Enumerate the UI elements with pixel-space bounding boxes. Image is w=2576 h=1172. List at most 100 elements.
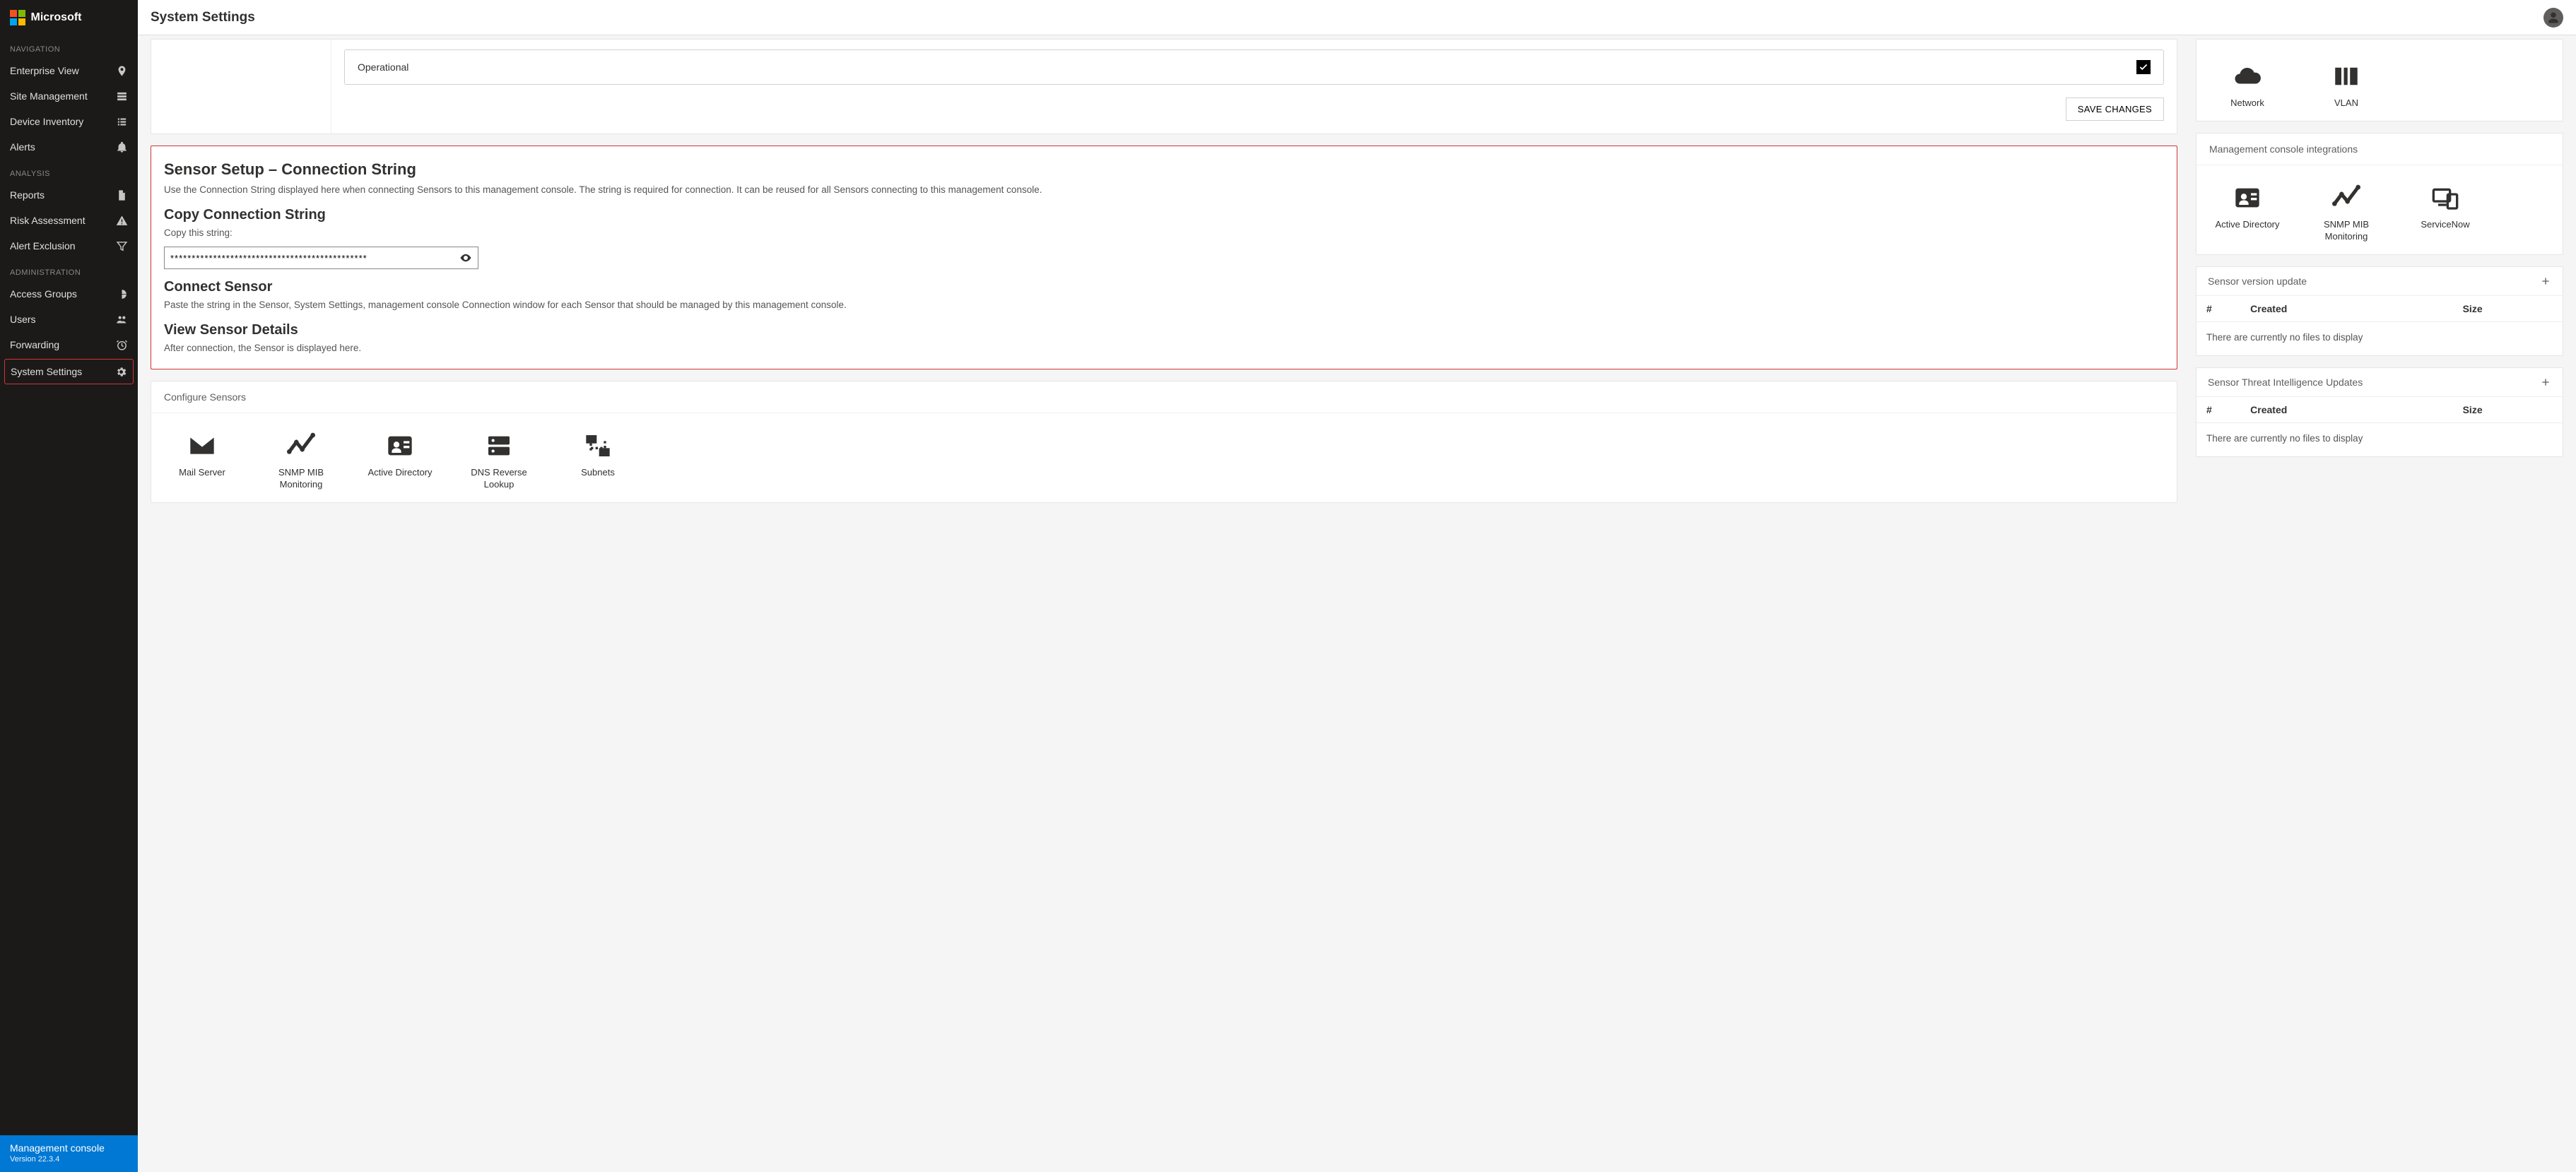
sidebar-item-label: Alerts bbox=[10, 141, 35, 153]
connection-string-input[interactable] bbox=[164, 247, 478, 269]
dns-icon bbox=[485, 432, 513, 460]
people-icon bbox=[115, 313, 128, 326]
clock-icon bbox=[115, 338, 128, 351]
tile-vlan[interactable]: VLAN bbox=[2304, 57, 2389, 115]
trend-icon bbox=[2332, 184, 2360, 212]
column-header: Created bbox=[2240, 296, 2452, 322]
operational-label: Operational bbox=[358, 61, 408, 73]
add-version-update-button[interactable] bbox=[2540, 276, 2551, 287]
column-header: # bbox=[2196, 397, 2240, 423]
tile-label: ServiceNow bbox=[2421, 219, 2469, 231]
warning-icon bbox=[116, 215, 128, 227]
tile-label: VLAN bbox=[2334, 97, 2358, 109]
connect-sensor-desc: Paste the string in the Sensor, System S… bbox=[164, 298, 2164, 312]
tile-dns[interactable]: DNS Reverse Lookup bbox=[457, 426, 541, 497]
add-threat-update-button[interactable] bbox=[2540, 377, 2551, 388]
list-icon bbox=[116, 116, 128, 128]
tile-snmp[interactable]: SNMP MIB Monitoring bbox=[259, 426, 343, 497]
trend-icon bbox=[287, 432, 315, 460]
reveal-connection-string-button[interactable] bbox=[457, 249, 475, 266]
sidebar-item-users[interactable]: Users bbox=[0, 307, 138, 332]
tile-active-directory[interactable]: Active Directory bbox=[358, 426, 442, 497]
tile-servicenow[interactable]: ServiceNow bbox=[2403, 178, 2488, 249]
sensor-version-update-card: Sensor version update #CreatedSize There… bbox=[2196, 266, 2563, 356]
site-icon bbox=[116, 90, 128, 102]
filter-icon bbox=[116, 240, 128, 252]
sidebar-item-site-management[interactable]: Site Management bbox=[0, 83, 138, 109]
check-icon bbox=[2139, 62, 2148, 72]
user-icon bbox=[2547, 11, 2560, 24]
version-update-empty: There are currently no files to display bbox=[2196, 322, 2563, 355]
integrations-title: Management console integrations bbox=[2209, 143, 2358, 155]
tile-snmp[interactable]: SNMP MIB Monitoring bbox=[2304, 178, 2389, 249]
id-card-icon bbox=[2233, 184, 2262, 212]
tile-subnets[interactable]: Subnets bbox=[555, 426, 640, 497]
vlan-icon bbox=[2331, 61, 2361, 91]
configure-sensors-card: Configure Sensors Mail Server SNMP MIB M… bbox=[151, 381, 2177, 503]
sidebar-item-device-inventory[interactable]: Device Inventory bbox=[0, 109, 138, 134]
save-changes-button[interactable]: SAVE CHANGES bbox=[2066, 97, 2164, 121]
sidebar-item-risk-assessment[interactable]: Risk Assessment bbox=[0, 208, 138, 233]
sidebar-item-access-groups[interactable]: Access Groups bbox=[0, 281, 138, 307]
footer-version: Version 22.3.4 bbox=[10, 1155, 128, 1164]
sidebar-item-system-settings[interactable]: System Settings bbox=[4, 359, 134, 384]
sidebar-item-alert-exclusion[interactable]: Alert Exclusion bbox=[0, 233, 138, 259]
column-header: Size bbox=[2453, 397, 2563, 423]
tile-label: SNMP MIB Monitoring bbox=[2307, 219, 2386, 243]
tile-label: DNS Reverse Lookup bbox=[459, 467, 539, 491]
globe-group-icon bbox=[115, 288, 128, 300]
tile-mail-server[interactable]: Mail Server bbox=[160, 426, 245, 497]
clock-icon bbox=[116, 339, 128, 351]
sidebar-item-label: Site Management bbox=[10, 90, 88, 102]
footer-title: Management console bbox=[10, 1142, 128, 1154]
eye-icon bbox=[459, 251, 472, 264]
sidebar-item-label: Enterprise View bbox=[10, 65, 79, 76]
map-pin-icon bbox=[115, 64, 128, 77]
sidebar-item-reports[interactable]: Reports bbox=[0, 182, 138, 208]
plus-icon bbox=[2540, 377, 2551, 388]
page-title: System Settings bbox=[151, 10, 255, 25]
subnets-icon bbox=[584, 432, 612, 460]
warning-icon bbox=[115, 214, 128, 227]
sidebar-item-alerts[interactable]: Alerts bbox=[0, 134, 138, 160]
globe-group-icon bbox=[116, 288, 128, 300]
sidebar-item-label: Forwarding bbox=[10, 339, 59, 350]
sidebar-item-label: Users bbox=[10, 314, 36, 325]
nav-section-label: NAVIGATION bbox=[0, 35, 138, 58]
sensor-setup-card: Sensor Setup – Connection String Use the… bbox=[151, 146, 2177, 369]
sidebar: Microsoft NAVIGATION Enterprise View Site… bbox=[0, 0, 138, 1172]
site-icon bbox=[115, 90, 128, 102]
sensor-setup-desc: Use the Connection String displayed here… bbox=[164, 183, 2164, 197]
operational-checkbox[interactable] bbox=[2136, 60, 2151, 74]
document-icon bbox=[115, 189, 128, 201]
bell-icon bbox=[116, 141, 128, 153]
tile-network[interactable]: Network bbox=[2205, 57, 2290, 115]
sidebar-item-label: Access Groups bbox=[10, 288, 77, 300]
tile-active-directory[interactable]: Active Directory bbox=[2205, 178, 2290, 249]
copy-conn-label: Copy this string: bbox=[164, 226, 2164, 240]
devices-icon bbox=[2431, 184, 2459, 212]
column-header: Created bbox=[2240, 397, 2452, 423]
gear-icon bbox=[114, 365, 127, 378]
map-pin-icon bbox=[116, 65, 128, 77]
cloud-icon bbox=[2233, 61, 2262, 91]
tile-label: Active Directory bbox=[2215, 219, 2279, 231]
configure-sensors-title: Configure Sensors bbox=[164, 391, 246, 403]
id-card-icon bbox=[386, 432, 414, 460]
account-avatar[interactable] bbox=[2543, 8, 2563, 28]
sidebar-item-label: Risk Assessment bbox=[10, 215, 86, 226]
threat-intel-card: Sensor Threat Intelligence Updates #Crea… bbox=[2196, 367, 2563, 457]
integrations-card: Management console integrations Active D… bbox=[2196, 133, 2563, 255]
mail-icon bbox=[188, 432, 216, 460]
sidebar-item-label: Reports bbox=[10, 189, 45, 201]
sidebar-item-forwarding[interactable]: Forwarding bbox=[0, 332, 138, 357]
sidebar-footer: Management console Version 22.3.4 bbox=[0, 1135, 138, 1172]
filter-icon bbox=[115, 239, 128, 252]
brand-name: Microsoft bbox=[31, 11, 82, 24]
brand-logo: Microsoft bbox=[0, 0, 138, 35]
sidebar-item-enterprise-view[interactable]: Enterprise View bbox=[0, 58, 138, 83]
plus-icon bbox=[2540, 276, 2551, 287]
version-update-table: #CreatedSize bbox=[2196, 296, 2563, 322]
nav-section-label: ADMINISTRATION bbox=[0, 259, 138, 281]
network-tiles-card: Network VLAN bbox=[2196, 39, 2563, 122]
